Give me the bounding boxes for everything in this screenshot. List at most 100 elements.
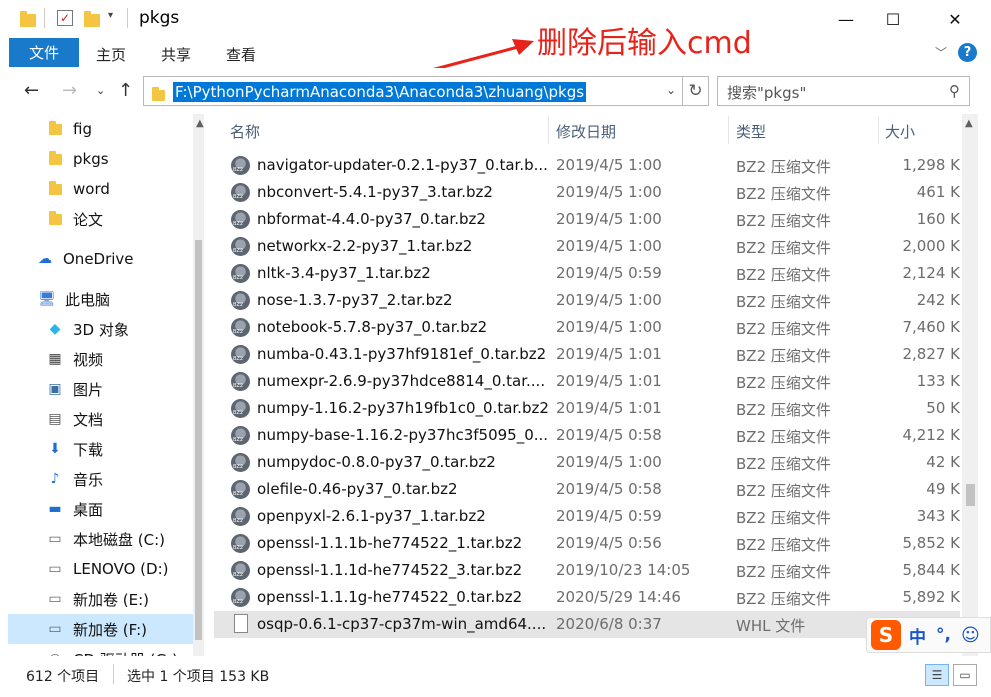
sidebar-item[interactable]: ⬇ 下载 (8, 434, 193, 464)
column-divider[interactable] (728, 116, 729, 144)
column-type-header[interactable]: 类型 (736, 121, 766, 142)
file-date: 2019/4/5 1:00 (556, 237, 662, 255)
sogou-logo-icon[interactable]: S (871, 620, 901, 650)
file-date: 2020/5/29 14:46 (556, 588, 681, 606)
file-date: 2019/4/5 1:00 (556, 318, 662, 336)
sidebar-item[interactable]: 论文 (8, 204, 193, 234)
drive-icon: ▭ (48, 531, 62, 547)
cube-icon: ◆ (49, 321, 61, 337)
file-date: 2019/4/5 0:56 (556, 534, 662, 552)
up-arrow-icon[interactable]: ↑ (118, 80, 133, 101)
table-row[interactable]: BZ2 openssl-1.1.1g-he774522_0.tar.bz2 2020… (214, 584, 960, 611)
column-divider[interactable] (878, 116, 879, 144)
file-type: BZ2 压缩文件 (736, 185, 831, 203)
ime-punctuation-label[interactable]: °, (936, 625, 951, 645)
sidebar-item[interactable]: ▬ 桌面 (8, 494, 193, 524)
search-box[interactable]: 搜索"pkgs" ⚲ (717, 76, 970, 106)
search-input[interactable]: 搜索"pkgs" (727, 82, 806, 103)
sidebar-item[interactable]: ▭ 新加卷 (E:) (8, 584, 193, 614)
table-row[interactable]: BZ2 nltk-3.4-py37_1.tar.bz2 2019/4/5 0:59 B… (214, 260, 960, 287)
sidebar-item[interactable]: ◉CD 驱动器 (G:) (8, 644, 193, 657)
table-row[interactable]: BZ2 numpydoc-0.8.0-py37_0.tar.bz2 2019/4/5… (214, 449, 960, 476)
sidebar-item[interactable]: ▭ LENOVO (D:) (8, 554, 193, 584)
table-row[interactable]: BZ2 navigator-updater-0.2.1-py37_0.tar.b.… (214, 152, 960, 179)
file-name: numba-0.43.1-py37hf9181ef_0.tar.bz2 (257, 345, 547, 363)
scroll-up-icon[interactable]: ▲ (965, 118, 973, 129)
bz2-archive-icon: BZ2 (231, 561, 250, 580)
file-type: BZ2 压缩文件 (736, 509, 831, 527)
sidebar-item[interactable]: word (8, 174, 193, 204)
table-row[interactable]: BZ2 numpy-base-1.16.2-py37hc3f5095_0.... 2… (214, 422, 960, 449)
refresh-button[interactable]: ↻ (683, 76, 709, 106)
sidebar-item[interactable]: ♪ 音乐 (8, 464, 193, 494)
table-row[interactable]: BZ2 nbconvert-5.4.1-py37_3.tar.bz2 2019/4/… (214, 179, 960, 206)
sidebar-item[interactable]: ☁ OneDrive (8, 244, 193, 274)
table-row[interactable]: BZ2 networkx-2.2-py37_1.tar.bz2 2019/4/5 1… (214, 233, 960, 260)
sidebar-item[interactable]: 🖥 此电脑 (8, 284, 193, 314)
file-size: 160 K (916, 210, 960, 228)
scroll-up-icon[interactable]: ▲ (196, 118, 204, 129)
chevron-down-icon[interactable]: ⌄ (666, 83, 676, 97)
sidebar-item-label: OneDrive (63, 250, 134, 268)
drive-icon: ▭ (48, 621, 62, 637)
column-size-header[interactable]: 大小 (885, 121, 915, 142)
sidebar-item[interactable]: ◆ 3D 对象 (8, 314, 193, 344)
table-row[interactable]: BZ2 nbformat-4.4.0-py37_0.tar.bz2 2019/4/5… (214, 206, 960, 233)
sidebar-item-label: CD 驱动器 (G:) (73, 649, 178, 657)
table-row[interactable]: BZ2 openpyxl-2.6.1-py37_1.tar.bz2 2019/4/5… (214, 503, 960, 530)
sidebar-item[interactable]: fig (8, 114, 193, 144)
folder-icon (46, 120, 64, 137)
large-icons-view-icon[interactable]: ▭ (953, 664, 977, 686)
sidebar-item[interactable]: ▭ 本地磁盘 (C:) (8, 524, 193, 554)
ime-mode-label[interactable]: 中 (909, 623, 926, 648)
table-row[interactable]: BZ2 numexpr-2.6.9-py37hdce8814_0.tar.... 2… (214, 368, 960, 395)
table-row[interactable]: BZ2 olefile-0.46-py37_0.tar.bz2 2019/4/5 0… (214, 476, 960, 503)
table-row[interactable]: BZ2 notebook-5.7.8-py37_0.tar.bz2 2019/4/5… (214, 314, 960, 341)
table-row[interactable]: BZ2 openssl-1.1.1b-he774522_1.tar.bz2 2019… (214, 530, 960, 557)
sidebar-item[interactable]: ▤ 文档 (8, 404, 193, 434)
recent-locations-icon[interactable]: ⌄ (96, 84, 105, 97)
table-row-partial (214, 141, 960, 152)
scrollbar-thumb[interactable] (195, 240, 202, 640)
sidebar-item-label: 图片 (73, 380, 104, 399)
file-list-scrollbar[interactable]: ▲ (962, 114, 978, 656)
table-row[interactable]: BZ2 nose-1.3.7-py37_2.tar.bz2 2019/4/5 1:0… (214, 287, 960, 314)
file-name: openpyxl-2.6.1-py37_1.tar.bz2 (257, 507, 486, 525)
bz2-archive-icon: BZ2 (231, 426, 250, 445)
sidebar-item[interactable]: ▣ 图片 (8, 374, 193, 404)
details-view-icon[interactable]: ☰ (925, 664, 949, 686)
address-bar[interactable]: F:\PythonPycharmAnaconda3\Anaconda3\zhua… (143, 76, 683, 106)
bz2-archive-icon: BZ2 (231, 588, 250, 607)
sidebar-item-label: 论文 (73, 210, 104, 229)
film-icon: ▦ (48, 351, 62, 367)
file-type: BZ2 压缩文件 (736, 536, 831, 554)
forward-arrow-icon[interactable]: → (62, 80, 77, 101)
table-row[interactable]: BZ2 openssl-1.1.1d-he774522_3.tar.bz2 2019… (214, 557, 960, 584)
sidebar-item[interactable]: pkgs (8, 144, 193, 174)
file-size: 50 K (926, 399, 960, 417)
ime-emoji-icon[interactable]: ☺ (961, 625, 980, 646)
sidebar-item[interactable]: ▭ 新加卷 (F:) (8, 614, 193, 644)
file-type: BZ2 压缩文件 (736, 347, 831, 365)
file-date: 2019/4/5 1:00 (556, 183, 662, 201)
column-divider[interactable] (548, 116, 549, 144)
address-path-input[interactable]: F:\PythonPycharmAnaconda3\Anaconda3\zhua… (173, 82, 587, 102)
file-size: 42 K (926, 453, 960, 471)
file-date: 2020/6/8 0:37 (556, 615, 662, 633)
table-row[interactable]: BZ2 numba-0.43.1-py37hf9181ef_0.tar.bz2 20… (214, 341, 960, 368)
table-row[interactable]: BZ2 numpy-1.16.2-py37h19fb1c0_0.tar.bz2 20… (214, 395, 960, 422)
column-date-header[interactable]: 修改日期 (556, 121, 616, 142)
scrollbar-thumb[interactable] (966, 484, 975, 506)
navigation-scrollbar[interactable]: ▲ (193, 114, 204, 656)
bz2-archive-icon: BZ2 (231, 156, 250, 175)
sidebar-item[interactable]: ▦ 视频 (8, 344, 193, 374)
column-name-header[interactable]: 名称 (230, 121, 260, 142)
bz2-archive-icon: BZ2 (231, 507, 250, 526)
table-row[interactable]: osqp-0.6.1-cp37-cp37m-win_amd64.... 2020/… (214, 611, 960, 638)
file-name: osqp-0.6.1-cp37-cp37m-win_amd64.... (257, 615, 547, 633)
file-size: 7,460 K (902, 318, 960, 336)
ime-toolbar[interactable]: S 中 °, ☺ (866, 617, 991, 653)
back-arrow-icon[interactable]: ← (24, 80, 39, 101)
file-date: 2019/10/23 14:05 (556, 561, 691, 579)
search-icon[interactable]: ⚲ (949, 82, 960, 100)
